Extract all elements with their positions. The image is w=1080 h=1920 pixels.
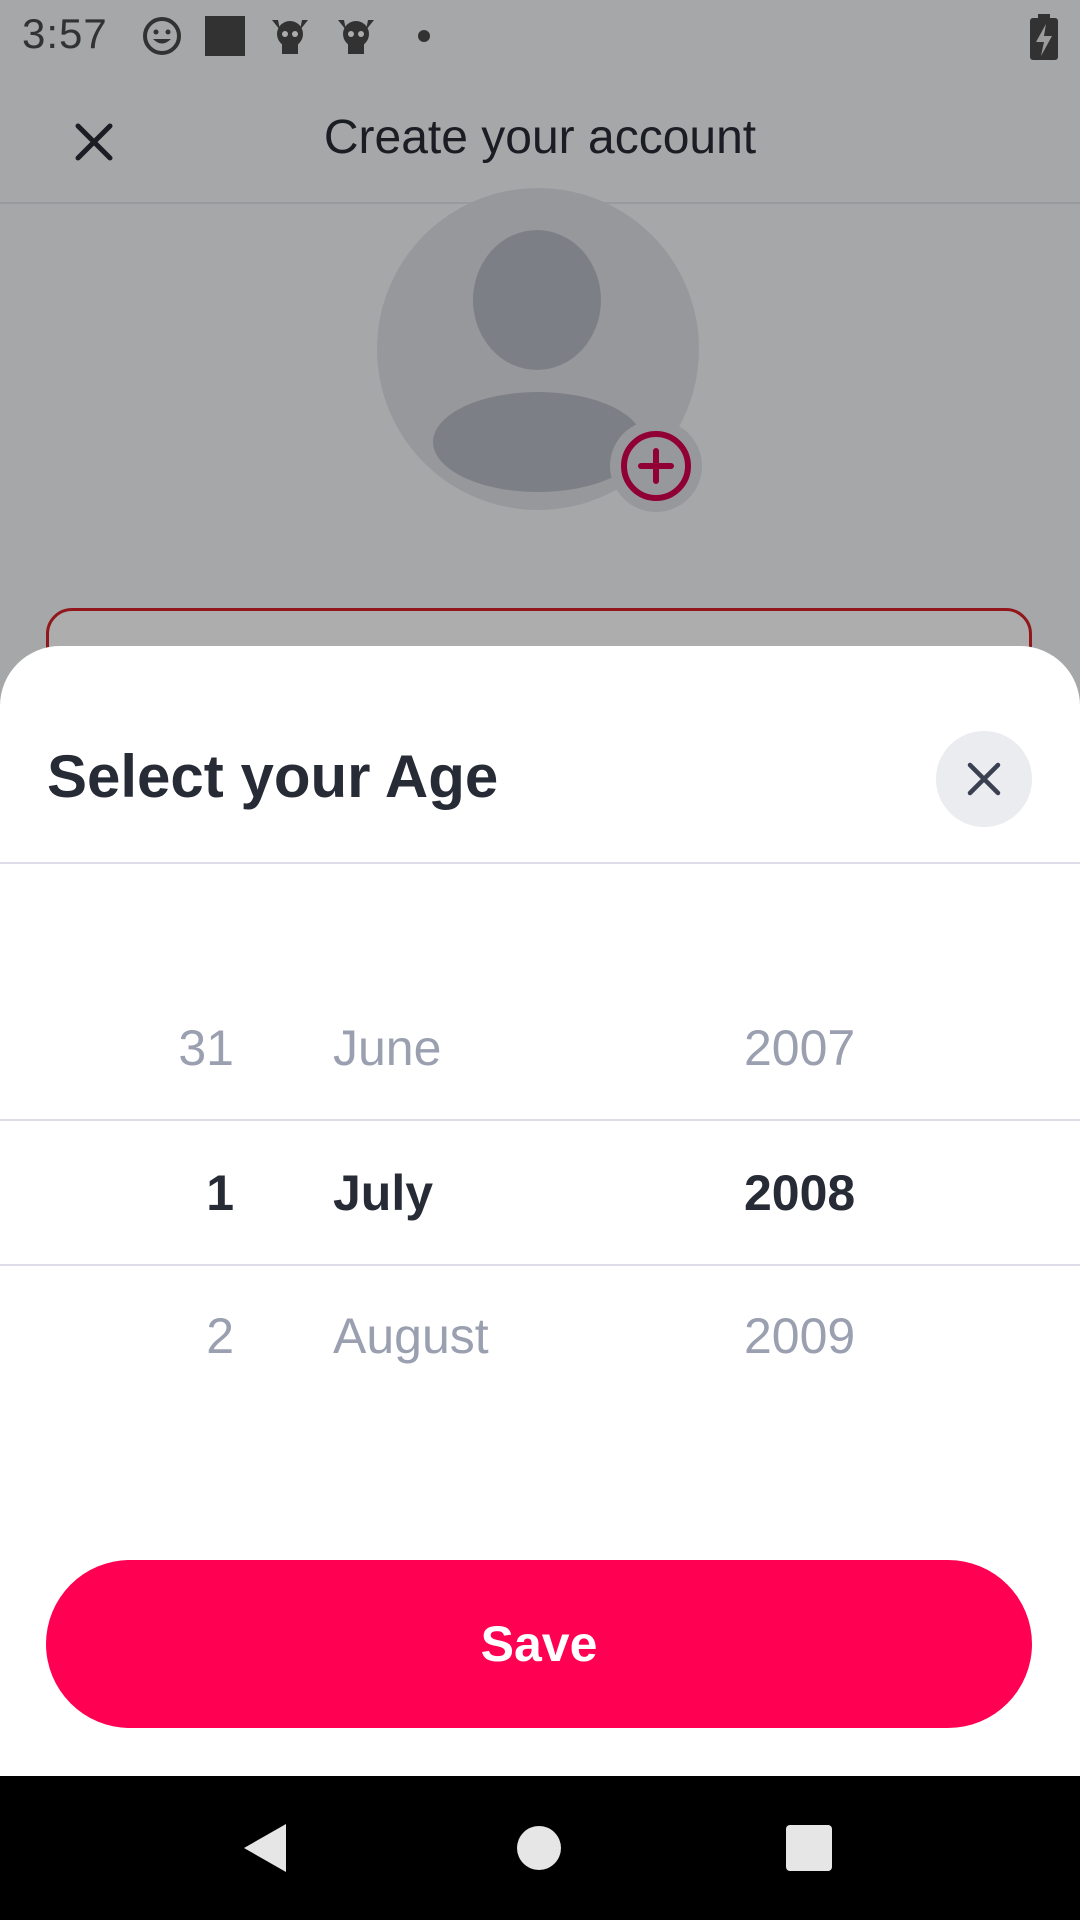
year-cell: 2007 (744, 1020, 856, 1076)
day-cell: 2 (206, 1308, 234, 1364)
day-cell: 1 (206, 1165, 234, 1221)
picker-row-previous[interactable]: 31 June 2007 (0, 976, 1080, 1120)
day-cell: 31 (178, 1020, 234, 1076)
year-cell: 2008 (744, 1165, 856, 1221)
back-icon[interactable] (220, 1802, 312, 1894)
date-picker[interactable]: 31 June 2007 1 July 2008 2 August 2009 (0, 976, 1080, 1406)
picker-row-next[interactable]: 2 August 2009 (0, 1264, 1080, 1408)
recents-icon[interactable] (763, 1802, 855, 1894)
save-button[interactable]: Save (46, 1560, 1032, 1728)
age-picker-sheet: Select your Age 31 June 2007 1 July 2008… (0, 646, 1080, 1776)
month-cell: August (333, 1308, 489, 1364)
close-icon (967, 762, 1001, 796)
sheet-title: Select your Age (47, 743, 499, 810)
month-cell: June (333, 1020, 442, 1076)
sheet-close-button[interactable] (936, 731, 1032, 827)
home-icon[interactable] (493, 1802, 585, 1894)
year-cell: 2009 (744, 1308, 856, 1364)
picker-row-selected[interactable]: 1 July 2008 (0, 1121, 1080, 1265)
navigation-bar (0, 1776, 1080, 1920)
month-cell: July (333, 1165, 434, 1221)
divider (0, 862, 1080, 864)
